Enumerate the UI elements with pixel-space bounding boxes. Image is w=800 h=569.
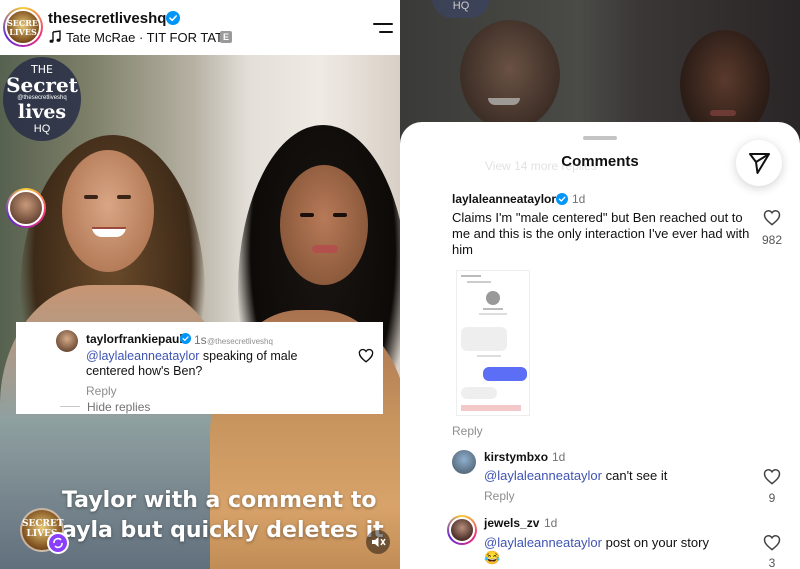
avatar-image xyxy=(449,517,475,543)
avatar-text: SECRET LIVES xyxy=(7,18,41,37)
caption-line-2: ayla but quickly deletes it xyxy=(62,518,384,543)
photo-detail xyxy=(117,195,131,199)
thumb-detail xyxy=(486,291,500,305)
heart-icon[interactable] xyxy=(763,468,781,485)
comment-body: can't see it xyxy=(602,468,668,483)
photo-detail xyxy=(312,245,338,253)
comment-username[interactable]: laylaleanneataylor xyxy=(452,192,556,206)
logo-text: lives xyxy=(17,101,67,123)
photo-region xyxy=(62,150,154,272)
photo-detail xyxy=(710,110,736,116)
verified-badge-icon xyxy=(166,11,180,25)
heart-icon[interactable] xyxy=(763,534,781,551)
channel-logo: THE Secret @thesecretliveshq lives HQ xyxy=(3,57,81,141)
photo-detail xyxy=(333,213,347,217)
photo-detail xyxy=(488,98,520,105)
comment-time: 1d xyxy=(572,192,586,206)
like-count: 3 xyxy=(768,556,776,569)
avatar[interactable] xyxy=(447,515,477,545)
mention-link[interactable]: @laylaleanneataylor xyxy=(484,468,602,483)
thumb-detail xyxy=(479,313,507,315)
photo-region xyxy=(280,165,368,285)
photo-region xyxy=(460,20,560,130)
logo-text: HQ xyxy=(33,123,51,135)
verified-badge-icon xyxy=(180,333,191,344)
comment-body: post on your story xyxy=(602,535,709,550)
thumb-detail xyxy=(461,275,481,277)
caption-line-1: Taylor with a comment to xyxy=(62,488,377,513)
account-avatar-image: SECRET LIVES xyxy=(5,9,41,45)
dimmed-video-background: HQ xyxy=(400,0,800,140)
comment-text: @laylaleanneataylor post on your story xyxy=(484,535,744,551)
logo-text: Secret xyxy=(6,73,78,97)
music-note-icon xyxy=(49,30,61,43)
thumb-detail xyxy=(467,281,491,283)
remix-icon[interactable] xyxy=(47,532,69,554)
thumb-detail xyxy=(477,355,501,357)
emoji: 😂 xyxy=(484,550,501,565)
thumb-detail xyxy=(461,327,507,351)
thumb-detail xyxy=(461,405,521,411)
remix-icon-glyph xyxy=(53,537,63,549)
photo-detail xyxy=(84,195,98,199)
comment-username[interactable]: jewels_zv xyxy=(484,516,539,530)
heart-icon xyxy=(358,348,374,363)
mute-icon[interactable] xyxy=(366,530,390,554)
avatar-image xyxy=(8,190,44,226)
hide-replies-button: Hide replies xyxy=(87,400,151,414)
thumb-detail xyxy=(483,308,503,310)
reel-pane: SECRET LIVES thesecretliveshq Tate McRae… xyxy=(0,0,400,569)
account-username[interactable]: thesecretliveshq xyxy=(48,10,166,27)
share-button[interactable] xyxy=(736,140,782,186)
like-count: 982 xyxy=(761,233,783,247)
avatar[interactable] xyxy=(6,188,46,228)
send-icon xyxy=(749,153,770,174)
comment-time: 1s xyxy=(194,333,207,347)
screenshot-comment-card: taylorfrankiepaul 1s @thesecretliveshq @… xyxy=(16,322,383,414)
avatar xyxy=(56,330,78,352)
audio-track-label[interactable]: Tate McRae · TIT FOR TAT xyxy=(66,30,223,45)
explicit-badge: E xyxy=(220,31,232,43)
reply-button: Reply xyxy=(86,384,117,398)
comment-time: 1d xyxy=(552,450,566,464)
photo-detail xyxy=(300,213,314,217)
comment-image-attachment[interactable] xyxy=(456,270,530,416)
avatar[interactable] xyxy=(452,450,476,474)
drag-handle[interactable] xyxy=(583,136,617,140)
mention-link[interactable]: @laylaleanneataylor xyxy=(484,535,602,550)
watermark-text: @thesecretliveshq xyxy=(207,337,273,346)
reel-header: SECRET LIVES thesecretliveshq Tate McRae… xyxy=(0,0,400,55)
logo-text: HQ xyxy=(432,0,490,18)
like-count: 9 xyxy=(768,491,776,505)
photo-detail xyxy=(92,227,126,237)
heart-icon[interactable] xyxy=(763,209,781,226)
divider xyxy=(60,406,80,407)
account-avatar[interactable]: SECRET LIVES xyxy=(3,7,43,47)
comment-text: @laylaleanneataylor speaking of male cen… xyxy=(86,349,326,379)
verified-badge-icon xyxy=(556,193,568,205)
menu-icon[interactable] xyxy=(373,21,393,35)
comment-username: taylorfrankiepaul xyxy=(86,332,183,346)
thumb-detail xyxy=(483,367,527,381)
comment-text: @laylaleanneataylor can't see it xyxy=(484,468,744,484)
reply-button[interactable]: Reply xyxy=(484,489,515,503)
comment-text: Claims I'm "male centered" but Ben reach… xyxy=(452,210,750,257)
reply-button[interactable]: Reply xyxy=(452,424,483,438)
mention-link: @laylaleanneataylor xyxy=(86,349,200,363)
comment-time: 1d xyxy=(544,516,558,530)
comment-username[interactable]: kirstymbxo xyxy=(484,450,548,464)
thumb-detail xyxy=(461,387,497,399)
